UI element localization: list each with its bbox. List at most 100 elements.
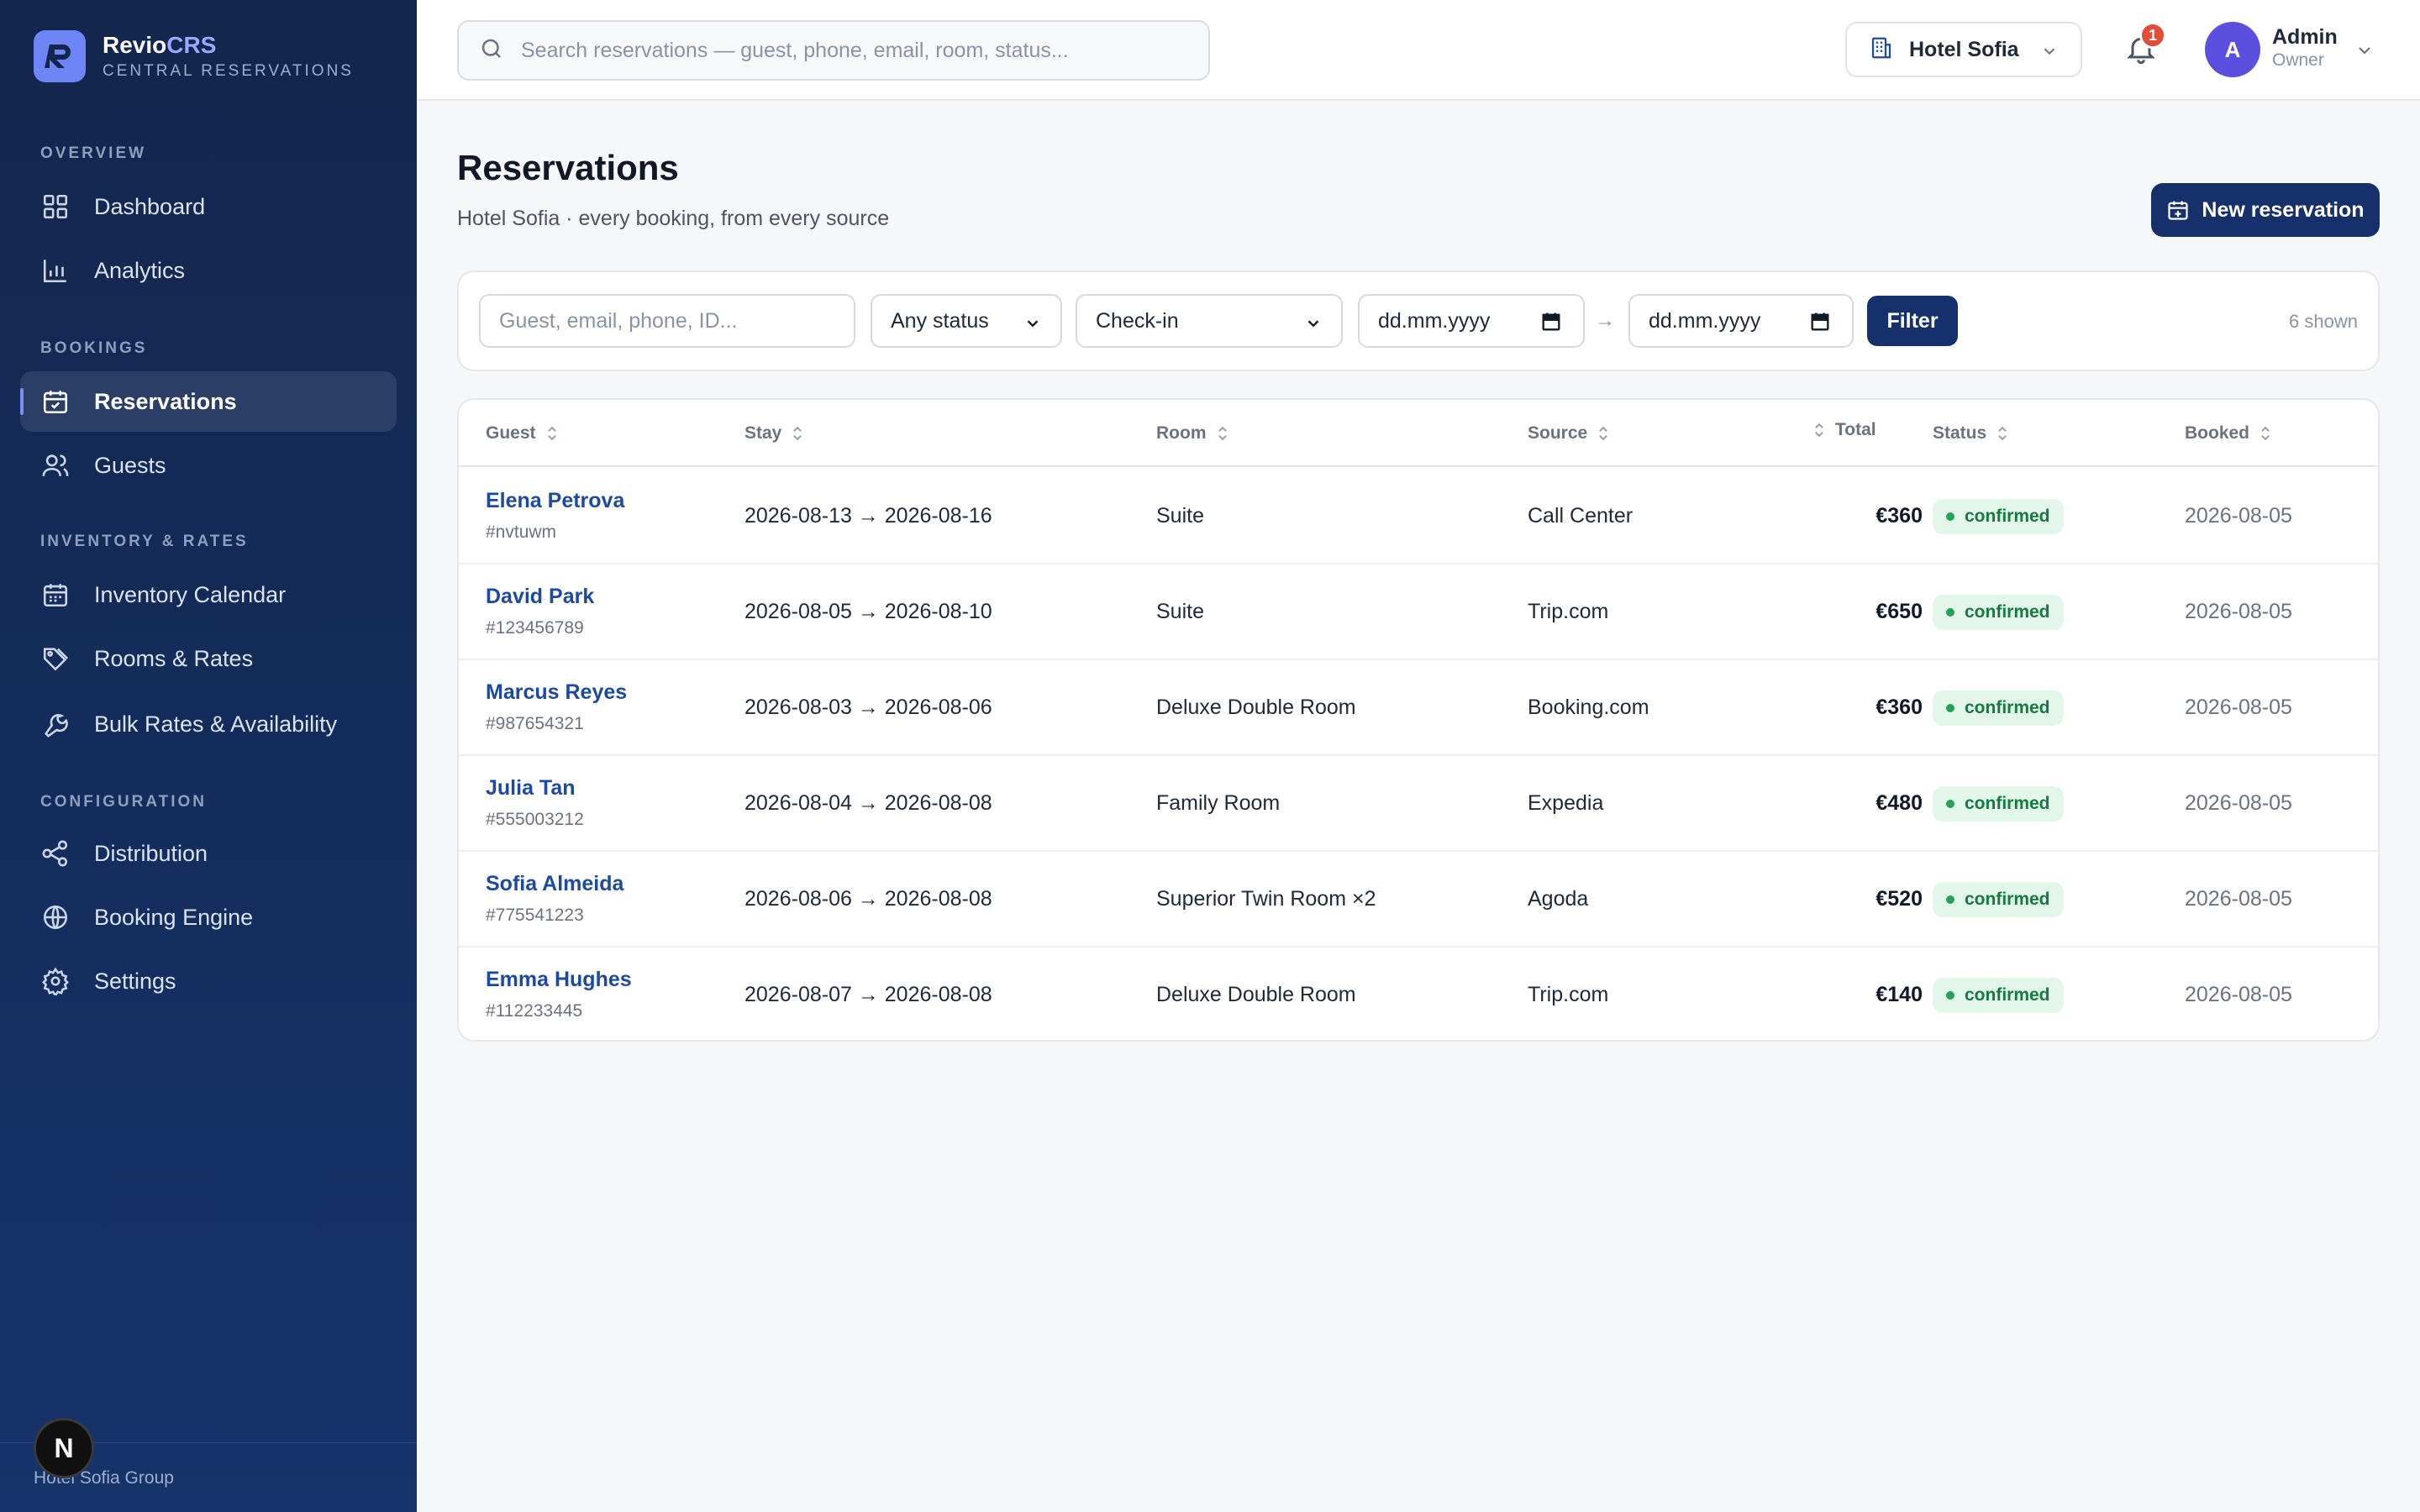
bar-chart-icon: [40, 255, 71, 286]
sort-icon: [790, 424, 805, 443]
global-search-input[interactable]: [521, 38, 1193, 63]
sort-icon: [1995, 424, 2010, 443]
date-type-select[interactable]: Check-in: [1076, 294, 1343, 348]
user-name[interactable]: Admin: [2272, 25, 2338, 50]
total-price: €520: [1876, 887, 1923, 911]
column-booked[interactable]: Booked: [2185, 423, 2273, 444]
status-badge: confirmed: [1933, 882, 2064, 917]
room-type: Suite: [1156, 600, 1204, 623]
table-row[interactable]: Elena Petrova #nvtuwm 2026-08-13 → 2026-…: [459, 469, 2378, 564]
reservations-table: Guest Stay Room Source Total Status Book…: [457, 398, 2380, 1042]
table-row[interactable]: Emma Hughes #112233445 2026-08-07 → 2026…: [459, 948, 2378, 1040]
reservation-id: #775541223: [486, 906, 584, 925]
sidebar-item-distribution[interactable]: Distribution: [20, 823, 397, 884]
table-row[interactable]: Sofia Almeida #775541223 2026-08-06 → 20…: [459, 852, 2378, 948]
sidebar-item-settings[interactable]: Settings: [20, 951, 397, 1011]
sidebar-item-booking-engine[interactable]: Booking Engine: [20, 887, 397, 948]
table-header: Guest Stay Room Source Total Status Book…: [459, 400, 2378, 467]
hotel-selector-label: Hotel Sofia: [1909, 37, 2019, 61]
guest-name-link[interactable]: Emma Hughes: [486, 968, 632, 992]
total-price: €360: [1876, 504, 1923, 528]
sort-icon: [1215, 424, 1230, 443]
guest-name-link[interactable]: Elena Petrova: [486, 489, 624, 513]
user-role: Owner: [2272, 50, 2324, 70]
calendar-icon: [40, 580, 71, 610]
booked-date: 2026-08-05: [2185, 791, 2292, 815]
avatar[interactable]: A: [2205, 22, 2260, 77]
guest-filter-field[interactable]: [479, 294, 855, 348]
sort-icon: [1596, 424, 1611, 443]
hotel-selector[interactable]: Hotel Sofia: [1845, 22, 2082, 77]
sidebar-item-reservations[interactable]: Reservations: [20, 371, 397, 432]
globe-icon: [40, 902, 71, 932]
sidebar-item-analytics[interactable]: Analytics: [20, 240, 397, 301]
notification-count: 1: [2139, 22, 2166, 49]
sidebar-item-label: Dashboard: [94, 193, 206, 219]
sidebar-item-label: Settings: [94, 968, 176, 994]
topbar: Hotel Sofia 1 A Admin Owner: [417, 0, 2420, 101]
building-icon: [1869, 35, 1894, 65]
filter-button[interactable]: Filter: [1867, 296, 1958, 346]
status-badge: confirmed: [1933, 978, 2064, 1013]
reservation-id: #112233445: [486, 1001, 583, 1021]
date-from-field[interactable]: dd.mm.yyyy: [1358, 294, 1585, 348]
status-dot-icon: [1946, 704, 1954, 712]
column-room[interactable]: Room: [1156, 423, 1230, 444]
logo-icon: [34, 30, 86, 82]
guest-name-link[interactable]: Marcus Reyes: [486, 680, 627, 705]
calendar-icon[interactable]: [1808, 310, 1832, 339]
sidebar-item-guests[interactable]: Guests: [20, 435, 397, 496]
sidebar-item-label: Booking Engine: [94, 904, 254, 930]
stay-dates: 2026-08-03 → 2026-08-06: [744, 696, 992, 719]
column-status[interactable]: Status: [1933, 423, 2010, 444]
status-dot-icon: [1946, 991, 1954, 1000]
column-source[interactable]: Source: [1528, 423, 1611, 444]
status-dot-icon: [1946, 800, 1954, 808]
guest-name-link[interactable]: Sofia Almeida: [486, 872, 623, 896]
nav-section-bookings: BOOKINGS: [40, 339, 148, 357]
booked-date: 2026-08-05: [2185, 696, 2292, 719]
guest-name-link[interactable]: Julia Tan: [486, 776, 576, 801]
status-select-value: Any status: [891, 308, 989, 333]
total-price: €650: [1876, 600, 1923, 623]
share-icon: [40, 838, 71, 869]
guest-name-link[interactable]: David Park: [486, 585, 594, 609]
status-select[interactable]: Any status: [871, 294, 1062, 348]
column-stay[interactable]: Stay: [744, 423, 805, 444]
chevron-down-icon: [2040, 42, 2059, 65]
global-search[interactable]: [457, 20, 1210, 81]
users-icon: [40, 450, 71, 480]
status-dot-icon: [1946, 895, 1954, 904]
booked-date: 2026-08-05: [2185, 983, 2292, 1006]
stay-dates: 2026-08-13 → 2026-08-16: [744, 504, 992, 528]
calendar-icon[interactable]: [1539, 310, 1563, 339]
sidebar: RevioCRS CENTRAL RESERVATIONS OVERVIEW D…: [0, 0, 417, 1512]
chevron-down-icon[interactable]: [2354, 40, 2375, 65]
table-row[interactable]: Marcus Reyes #987654321 2026-08-03 → 202…: [459, 660, 2378, 756]
status-badge: confirmed: [1933, 499, 2064, 534]
sidebar-item-bulk-rates[interactable]: Bulk Rates & Availability: [20, 694, 397, 754]
date-to-field[interactable]: dd.mm.yyyy: [1628, 294, 1854, 348]
date-to-value: dd.mm.yyyy: [1649, 308, 1761, 333]
calendar-check-icon: [40, 386, 71, 417]
table-row[interactable]: David Park #123456789 2026-08-05 → 2026-…: [459, 564, 2378, 660]
nav-section-configuration: CONFIGURATION: [40, 793, 208, 811]
booking-source: Trip.com: [1528, 983, 1609, 1006]
booked-date: 2026-08-05: [2185, 600, 2292, 623]
sidebar-item-dashboard[interactable]: Dashboard: [20, 176, 397, 237]
guest-filter-input[interactable]: [499, 308, 854, 333]
table-row[interactable]: Julia Tan #555003212 2026-08-04 → 2026-0…: [459, 756, 2378, 852]
room-type: Deluxe Double Room: [1156, 696, 1356, 719]
dev-badge[interactable]: N: [34, 1418, 94, 1478]
sidebar-item-inventory-calendar[interactable]: Inventory Calendar: [20, 564, 397, 625]
sidebar-item-rooms-rates[interactable]: Rooms & Rates: [20, 628, 397, 689]
sidebar-item-label: Analytics: [94, 257, 186, 283]
page-subtitle: Hotel Sofia · every booking, from every …: [457, 207, 890, 230]
brand[interactable]: RevioCRS CENTRAL RESERVATIONS: [34, 30, 354, 82]
new-reservation-button[interactable]: New reservation: [2151, 183, 2380, 237]
column-total[interactable]: Total: [1812, 420, 1876, 440]
column-guest[interactable]: Guest: [486, 423, 560, 444]
sidebar-item-label: Inventory Calendar: [94, 581, 287, 607]
reservation-id: #987654321: [486, 714, 584, 733]
tags-icon: [40, 643, 71, 674]
